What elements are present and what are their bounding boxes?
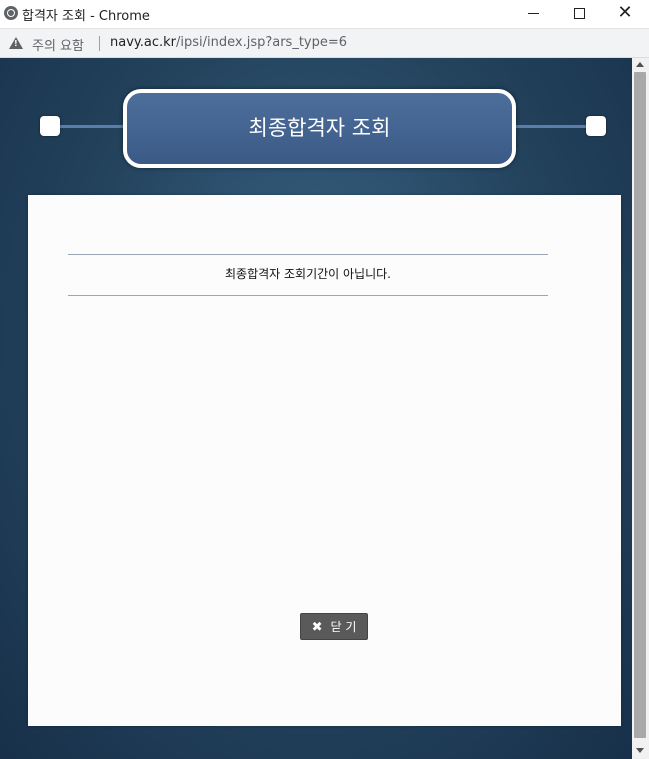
globe-icon bbox=[4, 6, 18, 20]
minimize-icon bbox=[527, 13, 539, 14]
url-text[interactable]: navy.ac.kr/ipsi/index.jsp?ars_type=6 bbox=[110, 35, 347, 50]
result-panel: 최종합격자 조회기간이 아닙니다. ✖ 닫 기 bbox=[28, 195, 621, 726]
status-message: 최종합격자 조회기간이 아닙니다. bbox=[224, 267, 391, 281]
url-host: navy.ac.kr bbox=[110, 35, 176, 50]
address-bar[interactable]: 주의 요함 navy.ac.kr/ipsi/index.jsp?ars_type… bbox=[0, 29, 649, 58]
scroll-up-arrow-icon[interactable] bbox=[636, 62, 644, 67]
header-right-ornament bbox=[586, 116, 606, 136]
bottom-divider bbox=[68, 295, 548, 296]
address-separator bbox=[99, 36, 100, 51]
close-x-icon: ✖ bbox=[311, 620, 323, 635]
header-left-line bbox=[50, 125, 125, 128]
url-path: /ipsi/index.jsp?ars_type=6 bbox=[176, 35, 348, 50]
close-button-label: 닫 기 bbox=[330, 620, 357, 634]
warning-icon[interactable] bbox=[9, 37, 23, 49]
page-title: 최종합격자 조회 bbox=[123, 89, 516, 168]
top-divider bbox=[68, 254, 548, 255]
window-titlebar: 합격자 조회 - Chrome ✕ bbox=[0, 0, 649, 29]
page-content: 최종합격자 조회 최종합격자 조회기간이 아닙니다. ✖ 닫 기 bbox=[0, 58, 632, 759]
close-window-button[interactable]: ✕ bbox=[602, 0, 648, 28]
window-title: 합격자 조회 - Chrome bbox=[22, 9, 150, 24]
security-warning-text[interactable]: 주의 요함 bbox=[32, 35, 84, 54]
header-right-line bbox=[510, 125, 590, 128]
scrollbar-thumb[interactable] bbox=[634, 72, 646, 738]
header-left-ornament bbox=[40, 116, 60, 136]
maximize-button[interactable] bbox=[556, 0, 602, 28]
vertical-scrollbar[interactable] bbox=[632, 58, 649, 759]
scroll-down-arrow-icon[interactable] bbox=[636, 748, 644, 753]
minimize-button[interactable] bbox=[510, 0, 556, 28]
close-button[interactable]: ✖ 닫 기 bbox=[300, 613, 368, 640]
maximize-icon bbox=[573, 8, 585, 19]
